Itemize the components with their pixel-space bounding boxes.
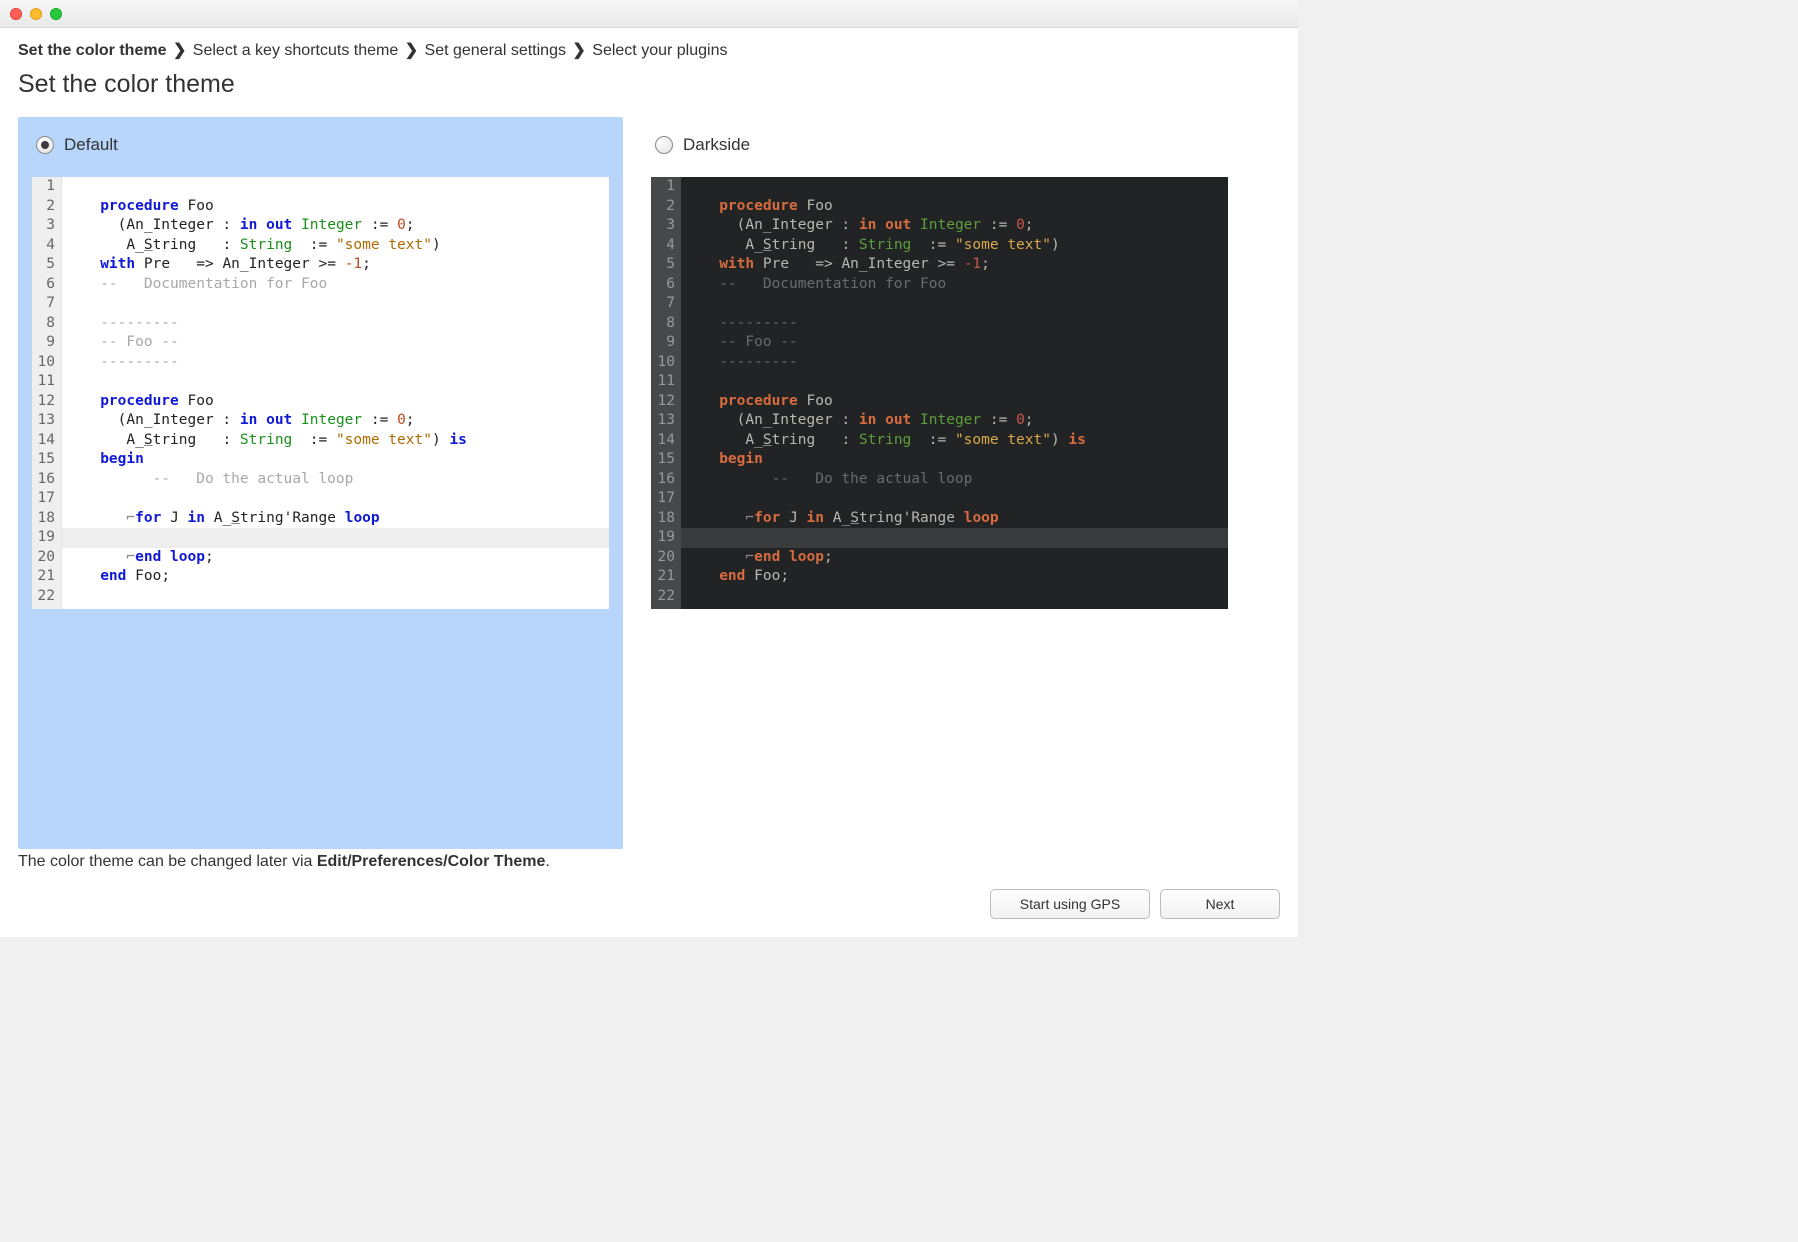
radio-row[interactable]: Darkside [651, 135, 1228, 155]
button-row: Start using GPS Next [0, 889, 1298, 937]
theme-option-default[interactable]: Default 12345678910111213141516171819202… [18, 117, 623, 849]
breadcrumb-current: Set the color theme [18, 42, 166, 59]
minimize-icon[interactable] [30, 8, 42, 20]
content-area: Set the color theme ❯ Select a key short… [0, 28, 1298, 889]
chevron-right-icon: ❯ [171, 42, 188, 59]
close-icon[interactable] [10, 8, 22, 20]
next-button[interactable]: Next [1160, 889, 1280, 919]
chevron-right-icon: ❯ [403, 42, 420, 59]
footer-note-path: Edit/Preferences/Color Theme [317, 853, 546, 870]
radio-label: Default [64, 135, 118, 155]
line-gutter: 12345678910111213141516171819202122 [651, 177, 681, 609]
themes-row: Default 12345678910111213141516171819202… [18, 117, 1280, 849]
radio-icon[interactable] [655, 136, 673, 154]
footer-note-suffix: . [545, 853, 549, 870]
code-preview-default: 12345678910111213141516171819202122 proc… [32, 177, 609, 609]
page-title: Set the color theme [18, 70, 1280, 99]
current-line-highlight [62, 528, 609, 548]
chevron-right-icon: ❯ [570, 42, 587, 59]
current-line-highlight [681, 528, 1228, 548]
breadcrumb-step[interactable]: Select a key shortcuts theme [193, 42, 398, 59]
maximize-icon[interactable] [50, 8, 62, 20]
code-body: procedure Foo (An_Integer : in out Integ… [681, 177, 1228, 609]
wizard-window: Set the color theme ❯ Select a key short… [0, 0, 1298, 937]
breadcrumb-step[interactable]: Select your plugins [592, 42, 727, 59]
line-gutter: 12345678910111213141516171819202122 [32, 177, 62, 609]
radio-row[interactable]: Default [32, 135, 609, 155]
start-using-gps-button[interactable]: Start using GPS [990, 889, 1150, 919]
theme-option-darkside[interactable]: Darkside 1234567891011121314151617181920… [637, 117, 1242, 849]
radio-label: Darkside [683, 135, 750, 155]
breadcrumb: Set the color theme ❯ Select a key short… [18, 40, 1280, 60]
radio-icon[interactable] [36, 136, 54, 154]
titlebar [0, 0, 1298, 28]
footer-note-prefix: The color theme can be changed later via [18, 853, 317, 870]
footer-note: The color theme can be changed later via… [18, 849, 1280, 889]
code-preview-darkside: 12345678910111213141516171819202122 proc… [651, 177, 1228, 609]
code-body: procedure Foo (An_Integer : in out Integ… [62, 177, 609, 609]
breadcrumb-step[interactable]: Set general settings [425, 42, 566, 59]
